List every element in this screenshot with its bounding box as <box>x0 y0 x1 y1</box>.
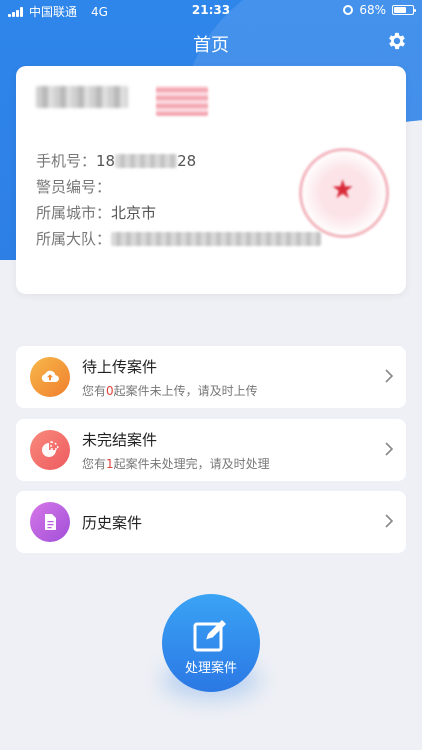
phone-label: 手机号： <box>36 152 97 170</box>
pending-upload-cases-item[interactable]: 待上传案件 您有0起案件未上传，请及时上传 <box>16 346 406 408</box>
unfinished-title: 未完结案件 <box>82 431 158 449</box>
profile-card: ★ 手机号： 18 28 警员编号： 所属城市： 北京市 所属大队： <box>16 66 406 294</box>
pending-upload-title: 待上传案件 <box>82 358 158 376</box>
alarm-icon <box>343 5 354 15</box>
history-cases-item[interactable]: 历史案件 <box>16 491 406 553</box>
team-label: 所属大队： <box>36 230 112 248</box>
name-redacted <box>36 86 128 108</box>
chevron-right-icon <box>385 514 394 528</box>
phone-row: 手机号： 18 28 <box>36 148 321 174</box>
unfinished-count: 1 <box>106 457 114 471</box>
badge-redacted <box>156 86 208 116</box>
gear-icon[interactable] <box>386 30 408 52</box>
document-icon <box>30 502 70 542</box>
battery-icon <box>392 5 416 15</box>
chevron-right-icon <box>385 442 394 456</box>
pie-chart-icon <box>30 430 70 470</box>
phone-suffix: 28 <box>177 152 197 170</box>
team-redacted <box>111 232 322 246</box>
battery-percent: 68% <box>359 3 386 17</box>
navbar: 首页 <box>0 22 422 62</box>
edit-icon <box>193 620 226 652</box>
phone-prefix: 18 <box>96 152 116 170</box>
handle-case-label: 处理案件 <box>184 661 237 676</box>
city-label: 所属城市： <box>36 204 112 222</box>
status-bar: 中国联通 4G 21:33 68% <box>0 0 422 22</box>
history-title: 历史案件 <box>82 514 143 532</box>
subtitle-suffix: 起案件未上传，请及时上传 <box>113 384 258 398</box>
subtitle-prefix: 您有 <box>82 384 107 398</box>
unfinished-subtitle: 您有1起案件未处理完，请及时处理 <box>82 455 270 472</box>
pending-upload-count: 0 <box>106 384 114 398</box>
police-id-label: 警员编号： <box>36 178 112 196</box>
page-title: 首页 <box>193 35 229 56</box>
handle-case-button[interactable]: 处理案件 <box>162 594 260 692</box>
subtitle-prefix: 您有 <box>82 457 107 471</box>
team-row: 所属大队： <box>36 226 322 252</box>
cloud-upload-icon <box>30 357 70 397</box>
unfinished-cases-item[interactable]: 未完结案件 您有1起案件未处理完，请及时处理 <box>16 419 406 481</box>
police-id-row: 警员编号： <box>36 174 321 200</box>
city-row: 所属城市： 北京市 <box>36 200 321 226</box>
phone-redacted <box>115 154 178 168</box>
city-value: 北京市 <box>111 204 157 222</box>
subtitle-suffix: 起案件未处理完，请及时处理 <box>113 457 270 471</box>
profile-info: 手机号： 18 28 警员编号： 所属城市： 北京市 所属大队： <box>36 148 322 252</box>
status-right: 68% <box>343 3 416 17</box>
pending-upload-subtitle: 您有0起案件未上传，请及时上传 <box>82 382 258 399</box>
chevron-right-icon <box>385 369 394 383</box>
